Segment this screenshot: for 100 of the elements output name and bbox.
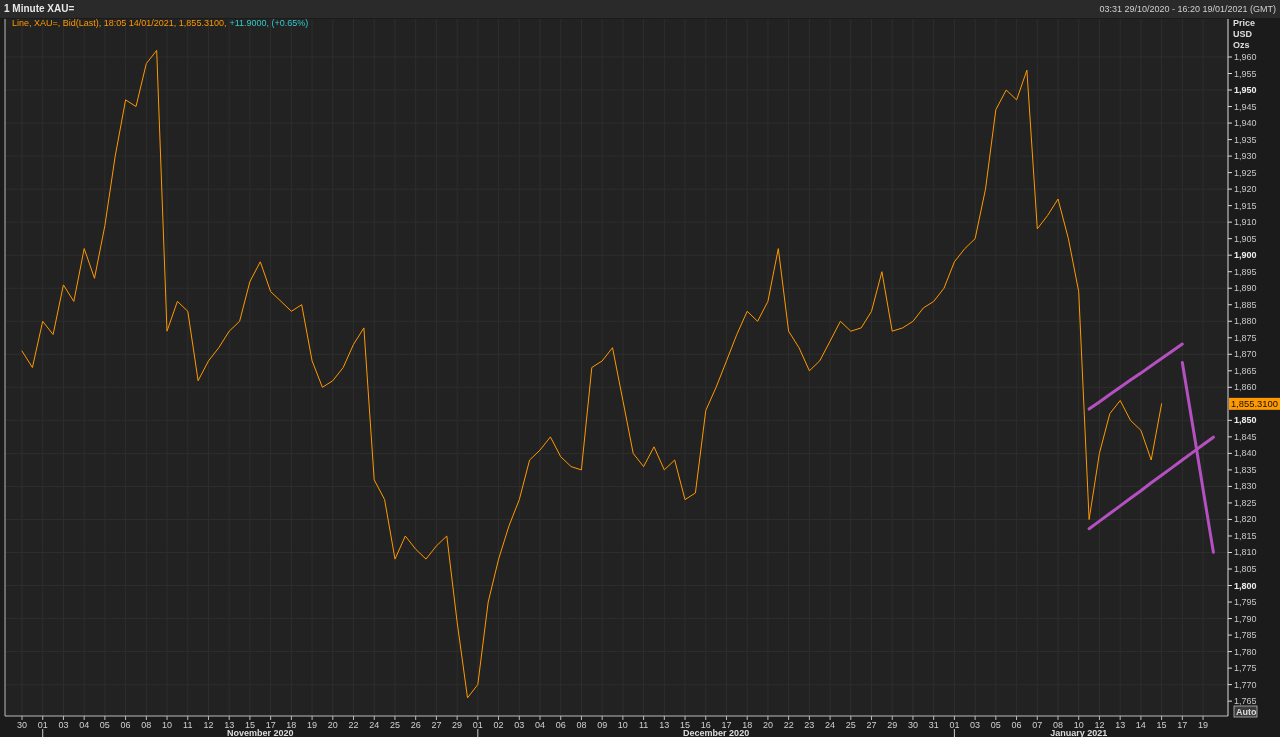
axis-label: 1,935	[1234, 134, 1257, 145]
axis-label: 08	[1053, 720, 1063, 730]
axis-label: 15	[1156, 720, 1167, 730]
axis-label: 13	[1115, 720, 1126, 730]
axis-label: 1,950	[1234, 85, 1257, 95]
axis-label: 13	[224, 720, 235, 730]
axis-label: 1,925	[1234, 167, 1257, 178]
axis-label: 18	[286, 720, 297, 730]
month-label: January 2021	[1050, 728, 1108, 737]
axis-label: 08	[141, 720, 152, 730]
month-label: November 2020	[227, 728, 294, 737]
axis-label: 1,870	[1234, 349, 1257, 360]
axis-label: 1,800	[1234, 580, 1257, 591]
axis-label: 1,775	[1234, 663, 1257, 674]
axis-label: 1,840	[1234, 448, 1257, 459]
axis-label: 11	[638, 720, 649, 730]
axis-label: 18	[742, 720, 753, 730]
axis-label: 1,955	[1234, 68, 1257, 79]
axis-label: 1,895	[1234, 266, 1257, 277]
axis-label: 13	[659, 720, 670, 730]
axis-label: 1,865	[1234, 365, 1257, 376]
axis-label: 17	[265, 720, 276, 730]
axis-label: 16	[700, 720, 711, 730]
axis-label: 26	[410, 720, 421, 730]
axis-label: 1,915	[1234, 200, 1257, 211]
axis-label: 1,905	[1234, 233, 1257, 244]
axis-label: 1,820	[1234, 514, 1257, 525]
axis-label: 06	[1011, 720, 1022, 730]
axis-label: 10	[162, 720, 173, 730]
axis-label: 06	[555, 720, 566, 730]
auto-button[interactable]: Auto	[1233, 705, 1258, 718]
axis-label: 1,945	[1234, 101, 1257, 112]
axis-label: 23	[804, 720, 815, 730]
axis-label: 1,795	[1234, 597, 1257, 608]
axis-label: 25	[389, 720, 400, 730]
axis-label: 10	[1073, 720, 1084, 730]
axis-label: 05	[990, 720, 1001, 730]
change-text: +11.9000, (+0.65%)	[229, 18, 309, 28]
chart-title: 1 Minute XAU=	[4, 4, 75, 14]
axis-label: 24	[369, 720, 380, 730]
axis-label: 07	[1032, 720, 1043, 730]
axis-label: 25	[845, 720, 856, 730]
axis-label: 1,940	[1234, 118, 1257, 129]
axis-label: 03	[514, 720, 525, 730]
axis-label: 1,765	[1234, 696, 1257, 707]
axis-label: 1,825	[1234, 497, 1257, 508]
axis-label: 06	[120, 720, 131, 730]
axis-label: 1,960	[1234, 52, 1257, 62]
axis-label: 01	[472, 720, 483, 730]
legend-text: Line, XAU=, Bid(Last), 18:05 14/01/2021, 1,855.3100,	[12, 18, 227, 28]
axis-label: 1,860	[1234, 382, 1257, 393]
axis-label: 30	[17, 720, 27, 730]
axis-label: 09	[597, 720, 608, 730]
axis-label: 17	[721, 720, 732, 730]
axis-label: 14	[1135, 720, 1146, 730]
axis-label: 1,900	[1234, 250, 1257, 261]
axis-label: 1,910	[1234, 217, 1257, 228]
axis-label: 17	[1177, 720, 1188, 730]
axis-label: 15	[244, 720, 255, 730]
axis-label: 20	[327, 720, 338, 730]
axis-label: 04	[535, 720, 545, 730]
month-label: December 2020	[683, 728, 750, 737]
axis-label: 1,920	[1234, 184, 1257, 195]
axis-label: 10	[617, 720, 628, 730]
axis-label: 01	[37, 720, 48, 730]
axis-title: USD	[1233, 29, 1252, 39]
axis-label: 1,790	[1234, 613, 1257, 624]
axis-title: Ozs	[1233, 40, 1250, 50]
axis-label: 11	[183, 720, 193, 730]
axis-label: 1,875	[1234, 332, 1257, 343]
price-tag: 1,855.3100	[1229, 397, 1280, 410]
axis-label: 15	[680, 720, 691, 730]
axis-label: 1,850	[1234, 415, 1257, 426]
axis-label: 1,930	[1234, 151, 1257, 162]
axis-label: 22	[783, 720, 794, 730]
axis-label: 1,885	[1234, 299, 1257, 310]
axis-label: 27	[866, 720, 877, 730]
axis-label: 20	[762, 720, 773, 730]
axis-label: 1,780	[1234, 646, 1257, 657]
axis-label: 01	[949, 720, 960, 730]
axis-label: 30	[907, 720, 918, 730]
axis-label: 03	[970, 720, 981, 730]
axis-label: 29	[887, 720, 898, 730]
axis-title: Price	[1233, 18, 1256, 28]
axis-label: 27	[431, 720, 442, 730]
axis-label: 08	[576, 720, 587, 730]
axis-label: 29	[452, 720, 463, 730]
axis-label: 31	[928, 720, 939, 730]
axis-label: 1,785	[1234, 630, 1257, 641]
axis-label: 19	[1198, 720, 1209, 730]
axis-label: 12	[203, 720, 214, 730]
axis-label: 05	[99, 720, 110, 730]
date-range: 03:31 29/10/2020 - 16:20 19/01/2021 (GMT)	[1099, 4, 1276, 14]
axis-label: 1,770	[1234, 679, 1257, 690]
axis-label: 02	[493, 720, 504, 730]
axis-label: 1,845	[1234, 431, 1257, 442]
axis-label: 22	[348, 720, 359, 730]
axis-label: 24	[825, 720, 836, 730]
axis-label: 1,880	[1234, 316, 1257, 327]
axis-label: 04	[79, 720, 90, 730]
